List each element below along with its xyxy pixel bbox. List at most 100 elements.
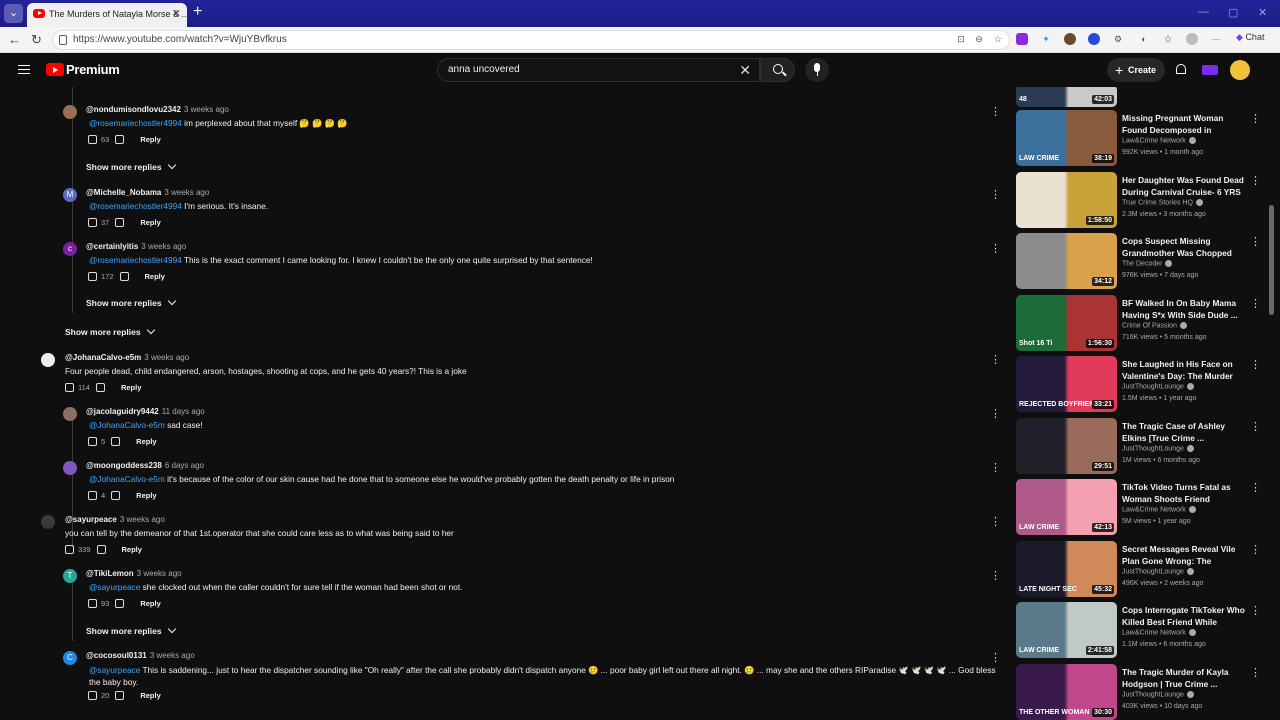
reply-button[interactable]: Reply: [140, 691, 160, 700]
show-more-replies-button[interactable]: Show more replies: [86, 624, 176, 636]
video-more-actions-icon[interactable]: ⋮: [1250, 666, 1261, 679]
video-thumbnail[interactable]: LAW CRIME 38:19: [1016, 110, 1117, 166]
video-more-actions-icon[interactable]: ⋮: [1250, 235, 1261, 248]
video-channel[interactable]: JustThoughtLounge: [1122, 690, 1194, 698]
comment-username[interactable]: @Michelle_Nobama: [86, 188, 161, 197]
dislike-thumb-down-icon[interactable]: [95, 382, 105, 392]
like-thumb-up-icon[interactable]: [88, 271, 97, 281]
video-more-actions-icon[interactable]: ⋮: [1250, 297, 1261, 310]
comment-username[interactable]: @jacolaguidry9442: [86, 407, 159, 416]
comment-mention-link[interactable]: @sayurpeace: [89, 582, 140, 592]
video-title[interactable]: Cops Suspect Missing Grandmother Was Cho…: [1122, 235, 1246, 259]
url-input[interactable]: https://www.youtube.com/watch?v=WjuYBvfk…: [52, 30, 1010, 50]
video-more-actions-icon[interactable]: ⋮: [1250, 358, 1261, 371]
like-thumb-up-icon[interactable]: [88, 436, 97, 446]
related-video-item[interactable]: 29:51 The Tragic Case of Ashley Elkins [T…: [1016, 417, 1266, 474]
dislike-thumb-down-icon[interactable]: [111, 436, 121, 446]
comment-mention-link[interactable]: @rosemariechostler4994: [89, 255, 182, 265]
comment-timestamp[interactable]: 11 days ago: [162, 407, 205, 416]
favorites-icon[interactable]: ✩: [1162, 33, 1174, 45]
related-video-item[interactable]: THE OTHER WOMAN 30:30 The Tragic Murder of…: [1016, 663, 1266, 720]
user-avatar[interactable]: [63, 105, 77, 119]
video-title[interactable]: Secret Messages Reveal Vile Plan Gone Wr…: [1122, 543, 1246, 567]
video-channel[interactable]: Law&Crime Network: [1122, 137, 1196, 144]
dislike-thumb-down-icon[interactable]: [96, 544, 106, 554]
dislike-thumb-down-icon[interactable]: [119, 271, 129, 281]
user-avatar[interactable]: [41, 353, 55, 367]
reply-button[interactable]: Reply: [136, 491, 156, 500]
like-thumb-up-icon[interactable]: [88, 690, 97, 700]
video-title[interactable]: TikTok Video Turns Fatal as Woman Shoots…: [1122, 481, 1246, 505]
dislike-thumb-down-icon[interactable]: [115, 217, 125, 227]
video-more-actions-icon[interactable]: ⋮: [1250, 112, 1261, 125]
video-thumbnail[interactable]: LAW CRIME 2:41:58: [1016, 602, 1117, 658]
video-channel[interactable]: Crime Of Passion: [1122, 321, 1187, 329]
comment-username[interactable]: @TikiLemon: [86, 569, 134, 578]
comment-username[interactable]: @cocosoul0131: [86, 651, 147, 660]
video-thumbnail[interactable]: REJECTED BOYFRIEND 33:21: [1016, 356, 1117, 412]
app-install-icon[interactable]: ⊡: [955, 33, 967, 45]
video-thumbnail[interactable]: 29:51: [1016, 417, 1117, 474]
dislike-thumb-down-icon[interactable]: [115, 598, 125, 608]
comment-mention-link[interactable]: @JohanaCalvo-e5m: [89, 420, 165, 430]
like-thumb-up-icon[interactable]: [88, 217, 97, 227]
back-icon[interactable]: ←: [8, 32, 21, 47]
comment-mention-link[interactable]: @rosemariechostler4994: [89, 201, 182, 211]
dislike-thumb-down-icon[interactable]: [115, 690, 125, 700]
comment-timestamp[interactable]: 6 days ago: [165, 461, 204, 470]
video-channel[interactable]: JustThoughtLounge: [1122, 567, 1194, 575]
video-title[interactable]: She Laughed in His Face on Valentine's D…: [1122, 358, 1246, 382]
video-thumbnail[interactable]: THE OTHER WOMAN 30:30: [1016, 663, 1117, 720]
comment-username[interactable]: @JohanaCalvo-e5m: [65, 353, 141, 362]
reply-button[interactable]: Reply: [121, 383, 141, 392]
tab-close-icon[interactable]: ✕: [172, 3, 181, 25]
menu-hamburger-icon[interactable]: [18, 65, 30, 74]
user-avatar[interactable]: c: [63, 242, 77, 256]
video-thumbnail[interactable]: 1:58:50: [1016, 171, 1117, 228]
video-title[interactable]: Missing Pregnant Woman Found Decomposed …: [1122, 112, 1246, 136]
comment-more-actions-icon[interactable]: ⋮: [990, 105, 1001, 118]
comment-username[interactable]: @nondumisondlovu2342: [86, 105, 181, 114]
related-video-item[interactable]: 1:58:50 Her Daughter Was Found Dead Durin…: [1016, 171, 1266, 228]
video-more-actions-icon[interactable]: ⋮: [1250, 543, 1261, 556]
user-avatar[interactable]: [41, 515, 55, 529]
extension-2-icon[interactable]: ✦: [1040, 33, 1052, 45]
reload-icon[interactable]: ↻: [31, 32, 42, 48]
account-avatar[interactable]: [1230, 60, 1250, 80]
comment-timestamp[interactable]: 3 weeks ago: [164, 188, 209, 197]
comment-more-actions-icon[interactable]: ⋮: [990, 407, 1001, 420]
comment-more-actions-icon[interactable]: ⋮: [990, 461, 1001, 474]
browser-tab[interactable]: The Murders of Natayla Morse & ... ✕: [27, 3, 187, 27]
comment-more-actions-icon[interactable]: ⋮: [990, 515, 1001, 528]
minimize-icon[interactable]: —: [1198, 6, 1209, 18]
video-channel[interactable]: JustThoughtLounge: [1122, 383, 1194, 390]
video-channel[interactable]: Law&Crime Network: [1122, 629, 1196, 636]
extension-4-icon[interactable]: ◐: [1138, 33, 1150, 45]
like-thumb-up-icon[interactable]: [88, 598, 97, 608]
show-more-replies-button[interactable]: Show more replies: [86, 160, 176, 172]
reply-button[interactable]: Reply: [140, 218, 160, 227]
reply-button[interactable]: Reply: [140, 599, 160, 608]
comment-more-actions-icon[interactable]: ⋮: [990, 188, 1001, 201]
premium-badge-icon[interactable]: [1202, 65, 1218, 75]
like-thumb-up-icon[interactable]: [65, 382, 74, 392]
video-channel[interactable]: Law&Crime Network: [1122, 506, 1196, 513]
search-button[interactable]: [760, 58, 795, 82]
comment-timestamp[interactable]: 3 weeks ago: [144, 353, 189, 362]
show-more-replies-button[interactable]: Show more replies: [65, 325, 155, 337]
extension-cookie-icon[interactable]: [1064, 33, 1076, 45]
comment-timestamp[interactable]: 3 weeks ago: [141, 242, 186, 251]
related-video-item[interactable]: 34:12 Cops Suspect Missing Grandmother Wa…: [1016, 233, 1266, 289]
user-avatar[interactable]: M: [63, 188, 77, 202]
like-thumb-up-icon[interactable]: [65, 544, 74, 554]
comment-more-actions-icon[interactable]: ⋮: [990, 242, 1001, 255]
user-avatar[interactable]: C: [63, 651, 77, 665]
video-channel[interactable]: The Decoder: [1122, 260, 1173, 267]
reply-button[interactable]: Reply: [145, 272, 165, 281]
comment-username[interactable]: @certainlyitis: [86, 242, 138, 251]
video-title[interactable]: Cops Interrogate TikToker Who Killed Bes…: [1122, 604, 1246, 628]
comment-more-actions-icon[interactable]: ⋮: [990, 651, 1001, 664]
maximize-icon[interactable]: ▢: [1228, 6, 1238, 19]
video-title[interactable]: BF Walked In On Baby Mama Having S*x Wit…: [1122, 297, 1246, 321]
create-button[interactable]: + Create: [1107, 58, 1165, 82]
